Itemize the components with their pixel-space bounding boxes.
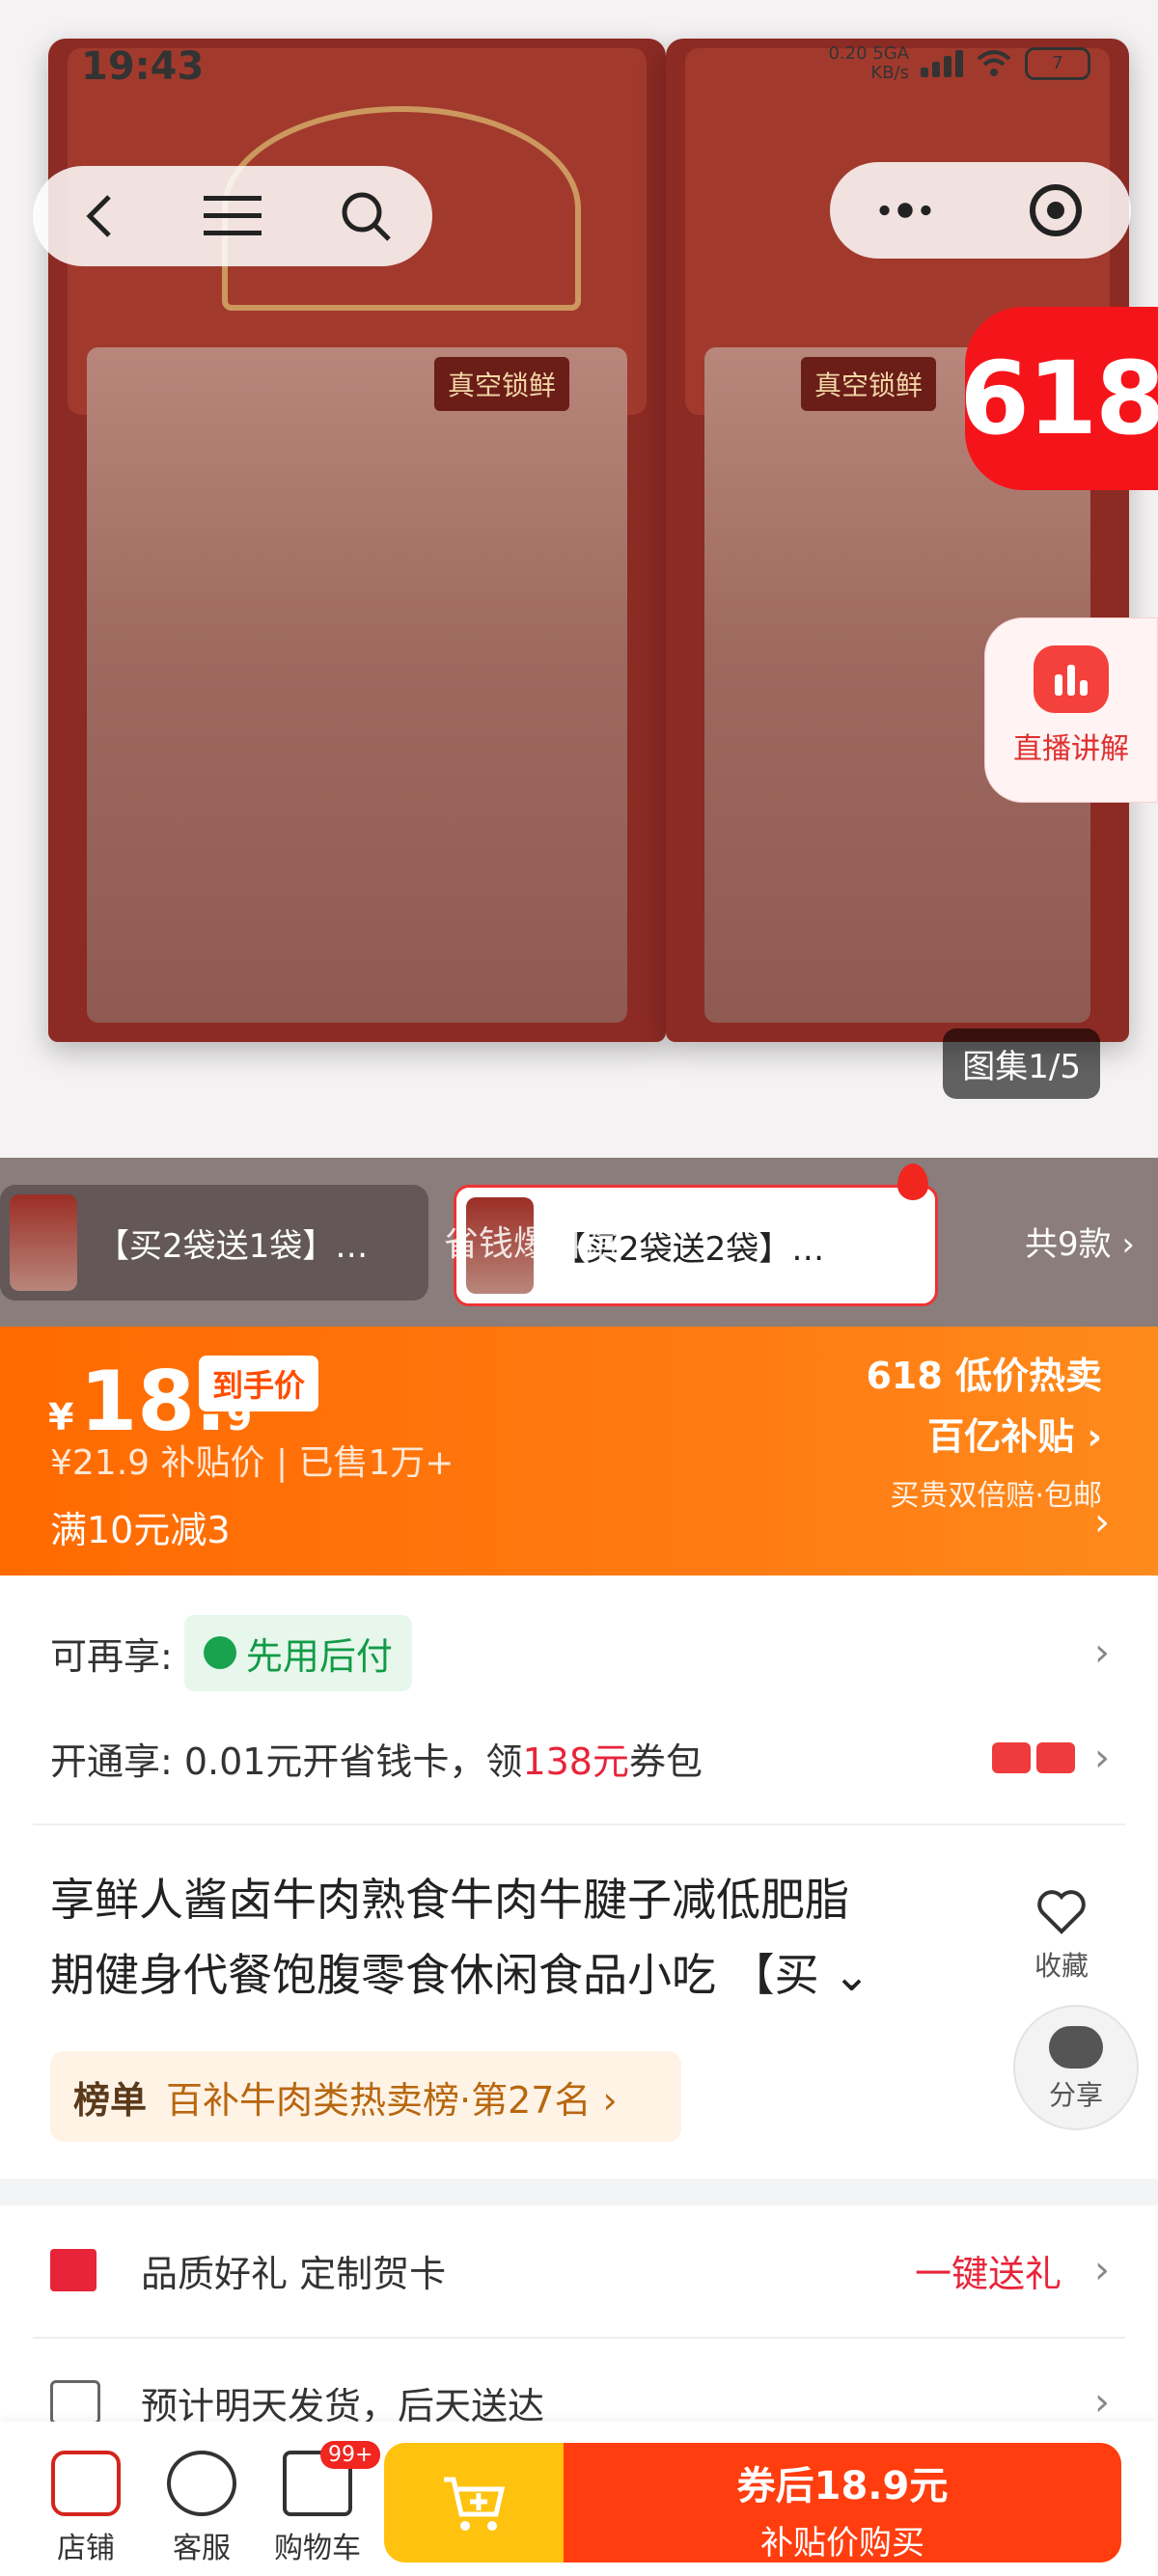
chevron-right-icon: › [1094, 2248, 1110, 2292]
status-bar: 19:43 0.20 5GA KB/s 7 [0, 35, 1158, 93]
chevron-right-icon[interactable]: › [1094, 1500, 1110, 1545]
bag-tag: 真空锁鲜 [434, 357, 570, 411]
miniapp-capsule [830, 162, 1131, 259]
menu-icon[interactable] [204, 187, 262, 245]
saver-card-row[interactable]: 开通享: 0.01元开省钱卡，领138元券包 › [0, 1719, 1158, 1796]
share-button[interactable]: 分享 [1013, 2005, 1139, 2130]
promo-text[interactable]: 满10元减3 [50, 1500, 231, 1553]
back-icon[interactable] [70, 187, 128, 245]
wifi-icon [977, 50, 1011, 76]
chat-icon [167, 2451, 236, 2516]
promo-badge-618: 618 [959, 307, 1158, 490]
close-miniapp-icon[interactable] [1027, 181, 1085, 239]
battery-icon: 7 [1025, 47, 1090, 80]
chevron-right-icon: › [1094, 2380, 1110, 2425]
customer-service-tab[interactable]: 客服 [149, 2451, 255, 2566]
nav-pill [33, 166, 432, 266]
subsidy-banner[interactable]: 618 低价热卖 百亿补贴 › 买贵双倍赔·包邮 [866, 1346, 1102, 1514]
meat-window [87, 347, 627, 1023]
bottom-action-bar: 店铺 客服 99+ 购物车 券后18.9元 补贴价购买 [0, 2422, 1158, 2576]
search-icon[interactable] [337, 187, 395, 245]
sku-count-link[interactable]: 共9款 › [1025, 1218, 1135, 1265]
live-icon [1034, 645, 1109, 713]
gift-row[interactable]: 品质好礼 定制贺卡 一键送礼 › [0, 2219, 1158, 2321]
price-bar: ¥ 18. 9 到手价 ¥21.9 补贴价 | 已售1万+ 满10元减3 618… [0, 1327, 1158, 1576]
add-cart-icon [444, 2477, 506, 2531]
clock: 19:43 [81, 44, 205, 89]
bag-tag: 真空锁鲜 [801, 357, 937, 411]
send-gift-link[interactable]: 一键送礼 [915, 2244, 1062, 2297]
cart-tab[interactable]: 99+ 购物车 [264, 2441, 381, 2566]
buy-now-button[interactable]: 券后18.9元 补贴价购买 [564, 2443, 1121, 2562]
subsidy-price-sold: ¥21.9 补贴价 | 已售1万+ [50, 1443, 455, 1483]
store-icon [51, 2451, 121, 2516]
section-gap [0, 2179, 1158, 2206]
sku-selector: 【买2袋送1袋】… 【买2袋送2袋】… 省钱爆料馆 共9款 › [0, 1158, 1158, 1327]
coupon-icon [992, 1742, 1075, 1773]
sku-thumbnail [10, 1194, 77, 1291]
gift-icon [50, 2249, 96, 2291]
live-label: 直播讲解 [1013, 732, 1129, 766]
store-tab[interactable]: 店铺 [33, 2451, 139, 2566]
live-explain-button[interactable]: 直播讲解 [984, 617, 1158, 803]
more-icon[interactable] [876, 181, 934, 239]
signal-icon [921, 50, 963, 77]
truck-icon [50, 2380, 100, 2425]
gallery-counter[interactable]: 图集1/5 [943, 1028, 1100, 1099]
final-price-tag: 到手价 [199, 1356, 319, 1411]
expand-icon[interactable]: ⌄ [833, 1949, 870, 2001]
pay-later-tag: 先用后付 [183, 1614, 412, 1691]
sku-overlay-text: 省钱爆料馆 [444, 1224, 619, 1264]
sku-option[interactable]: 【买2袋送1袋】… [0, 1185, 428, 1301]
divider [33, 2337, 1125, 2339]
product-title[interactable]: 享鲜人酱卤牛肉熟食牛肉牛腱子减低肥脂 期健身代餐饱腹零食休闲食品小吃 【买 ⌄ [50, 1862, 977, 2013]
favorite-button[interactable]: 收藏 [1013, 1889, 1110, 1984]
pay-later-icon [203, 1636, 236, 1669]
wechat-icon [1049, 2026, 1103, 2069]
ranking-badge[interactable]: 榜单 百补牛肉类热卖榜·第27名 › [50, 2051, 681, 2142]
heart-plus-icon [1037, 1890, 1086, 1934]
chevron-right-icon: › [1094, 1631, 1110, 1675]
chevron-right-icon: › [1094, 1736, 1110, 1780]
add-to-cart-button[interactable] [384, 2443, 564, 2562]
hot-drop-icon [897, 1164, 928, 1200]
cart-badge: 99+ [320, 2441, 381, 2469]
pay-later-row[interactable]: 可再享: 先用后付 › [0, 1609, 1158, 1696]
network-speed: 0.20 5GA KB/s [828, 43, 909, 83]
divider [33, 1823, 1125, 1825]
